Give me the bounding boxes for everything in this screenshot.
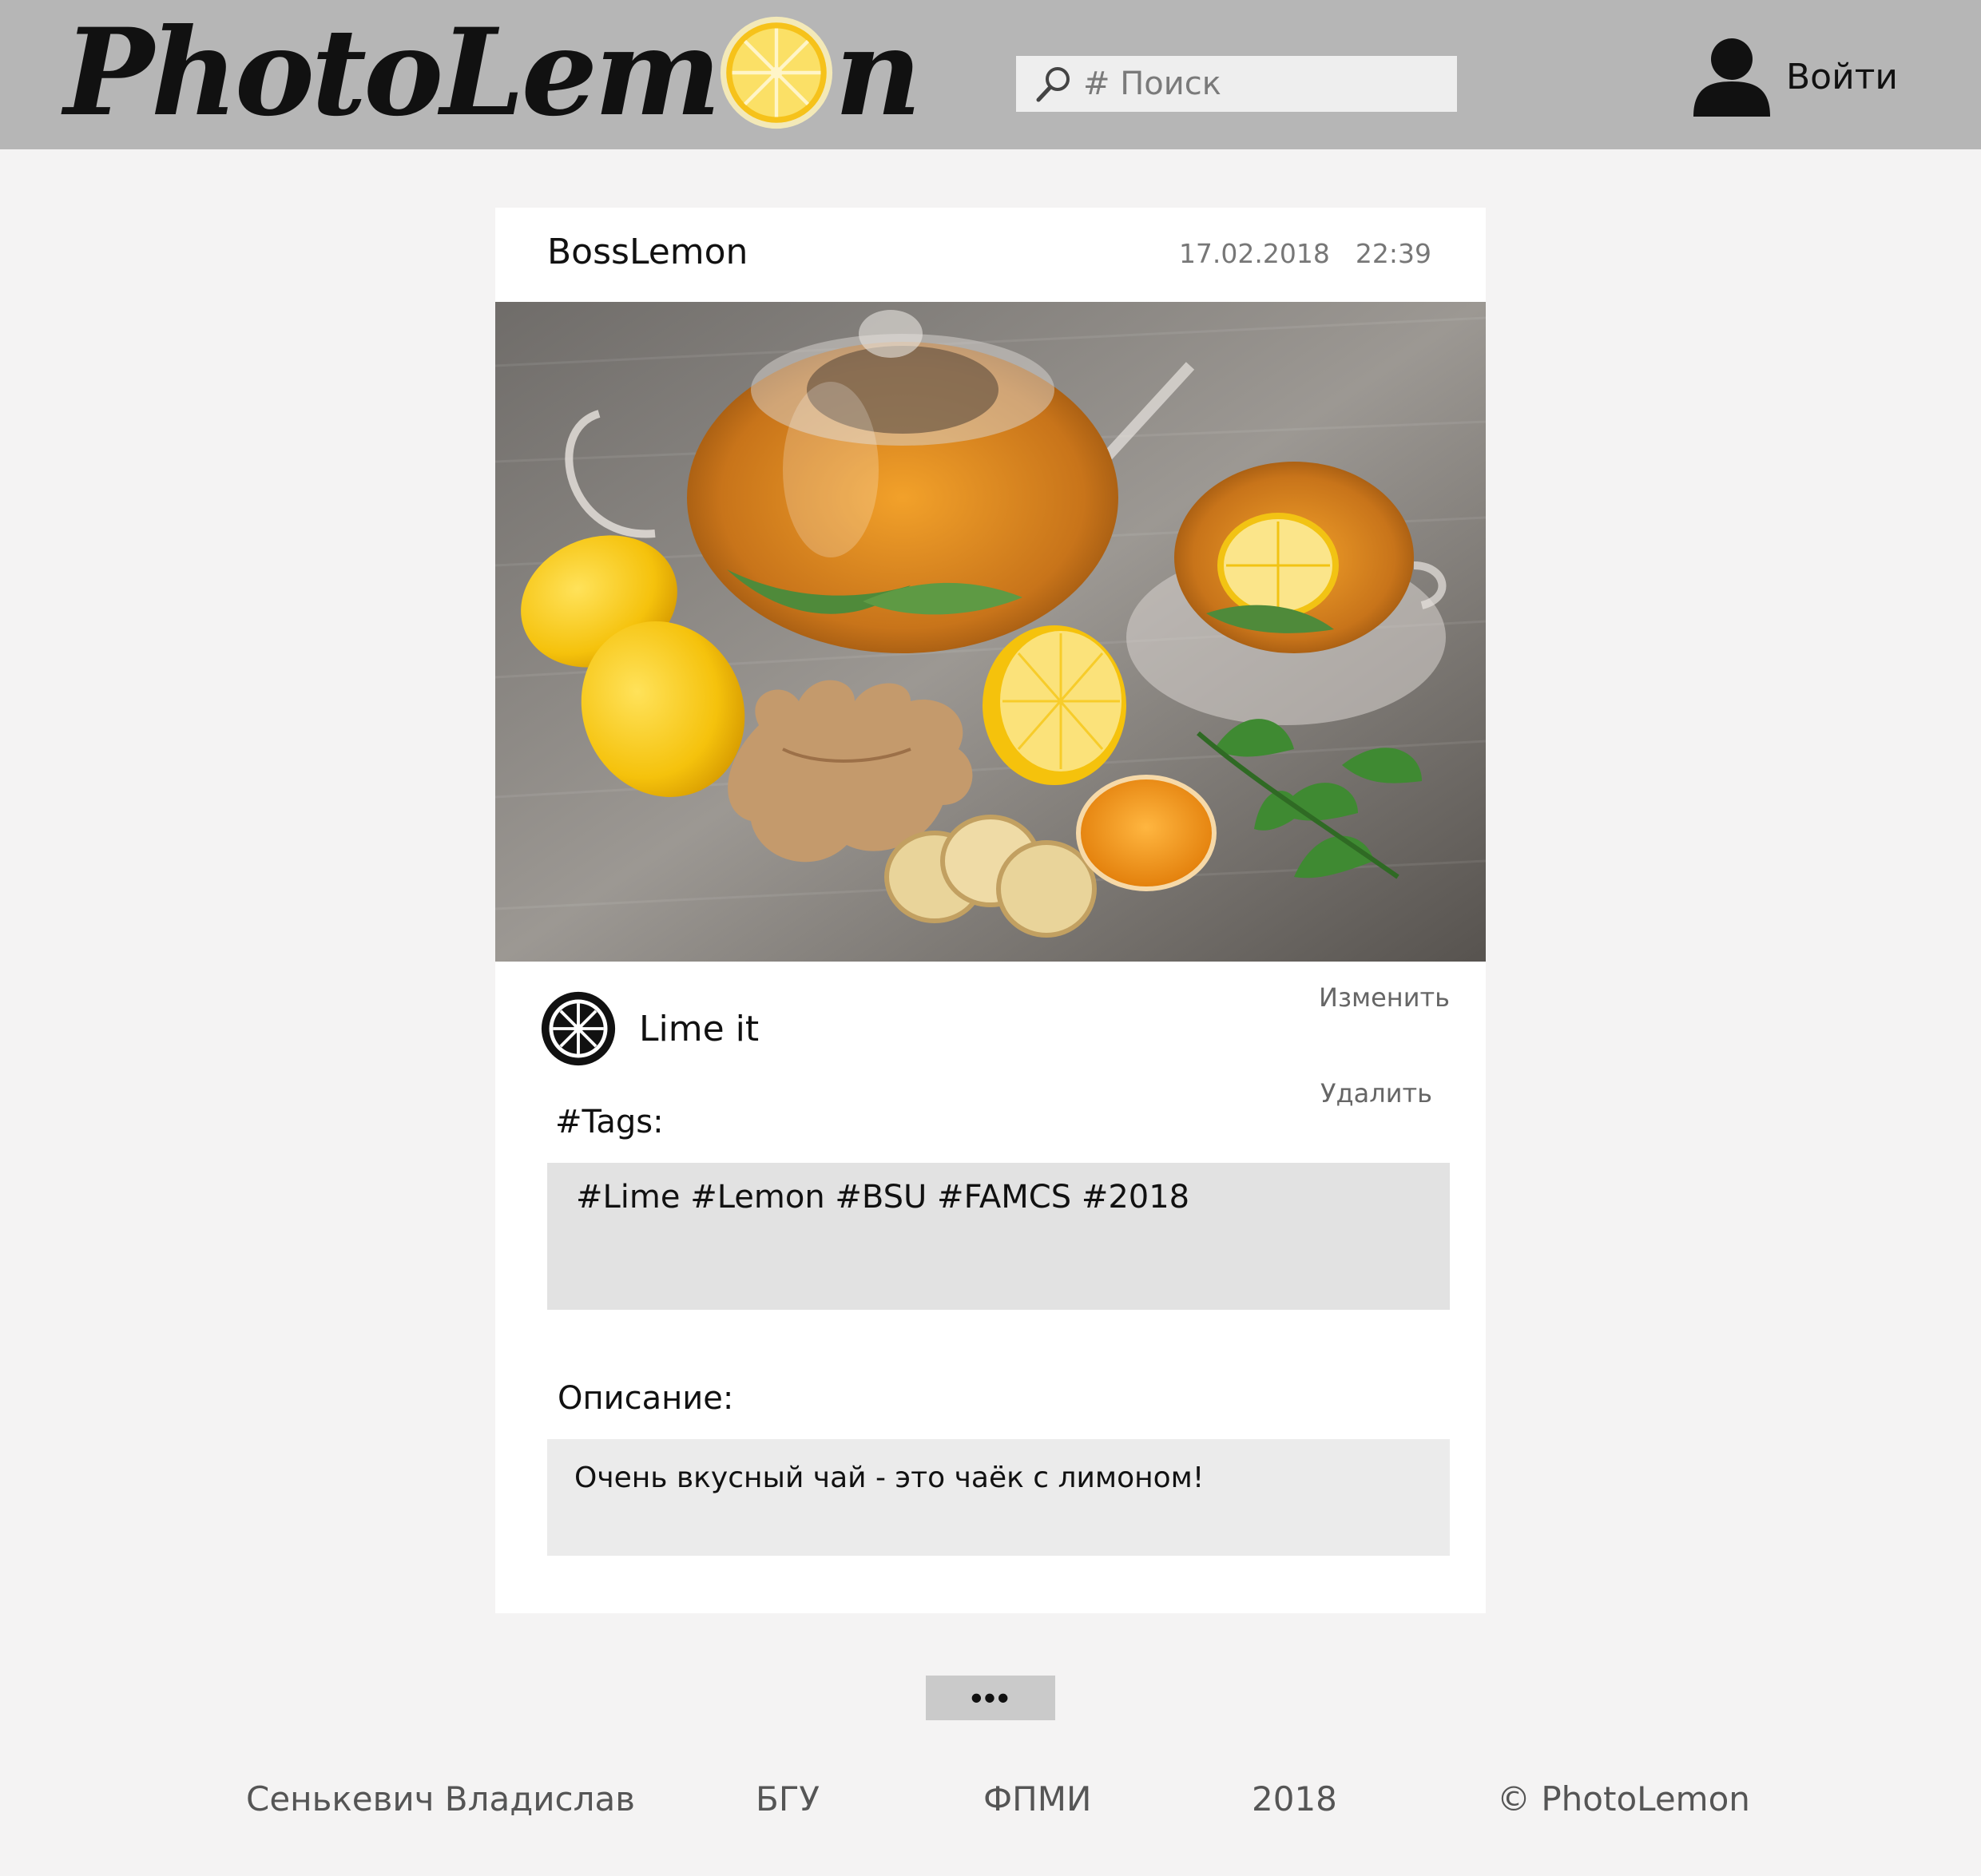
login-label: Войти <box>1786 56 1898 97</box>
edit-link[interactable]: Изменить <box>1319 982 1450 1013</box>
logo-text-end: n <box>834 2 922 143</box>
footer-university: БГУ <box>756 1779 820 1818</box>
header: PhotoLem n Войти <box>0 0 1981 149</box>
post-photo-illustration <box>495 302 1486 962</box>
search-icon <box>1036 67 1070 102</box>
lemon-slice-icon <box>720 16 832 129</box>
lime-it-button[interactable]: Lime it <box>540 990 759 1067</box>
user-icon <box>1693 38 1770 117</box>
search-input[interactable] <box>1082 65 1436 103</box>
search-box[interactable] <box>1016 56 1457 112</box>
delete-link[interactable]: Удалить <box>1320 1078 1432 1109</box>
lime-it-label: Lime it <box>639 1008 760 1049</box>
load-more-button[interactable]: ••• <box>926 1676 1055 1720</box>
tags-label: #Tags: <box>555 1104 664 1140</box>
post-photo <box>495 302 1486 962</box>
logo-text-start: PhotoLem <box>64 2 721 143</box>
post-card: BossLemon 17.02.2018 22:39 Lime it Измен… <box>495 208 1486 1613</box>
footer-year: 2018 <box>1252 1779 1337 1818</box>
post-datetime: 17.02.2018 22:39 <box>1179 238 1431 269</box>
logo[interactable]: PhotoLem n <box>64 2 922 143</box>
post-date: 17.02.2018 <box>1178 238 1330 269</box>
lime-slice-icon <box>541 991 616 1066</box>
post-time: 22:39 <box>1355 238 1431 269</box>
footer-copyright: © PhotoLemon <box>1497 1779 1750 1818</box>
description-field[interactable]: Очень вкусный чай - это чаёк с лимоном! <box>547 1439 1450 1556</box>
footer-author: Сенькевич Владислав <box>246 1779 635 1818</box>
post-author[interactable]: BossLemon <box>547 232 748 272</box>
footer-faculty: ФПМИ <box>983 1779 1092 1818</box>
tags-field[interactable]: #Lime #Lemon #BSU #FAMCS #2018 <box>547 1163 1450 1310</box>
login-button[interactable]: Войти <box>1692 35 1898 118</box>
description-label: Описание: <box>558 1380 734 1417</box>
